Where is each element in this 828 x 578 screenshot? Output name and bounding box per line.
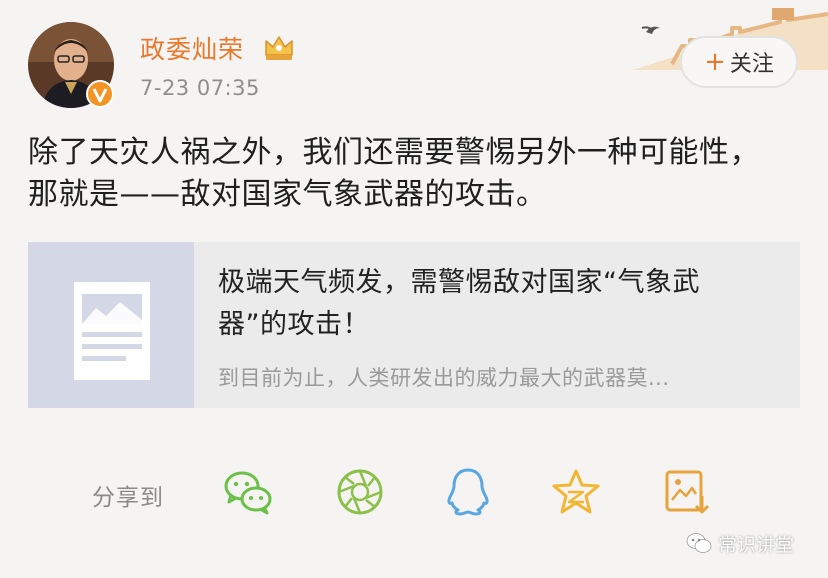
post-text-line: 除了天灾人祸之外，我们还需要警惕另外一种可能性， — [28, 135, 760, 170]
user-name[interactable]: 政委灿荣 — [140, 30, 244, 66]
link-card[interactable]: 极端天气频发，需警惕敌对国家“气象武 器”的攻击！ 到目前为止，人类研发出的威力… — [28, 242, 800, 408]
share-qzone-button[interactable] — [550, 466, 602, 518]
vip-crown-icon[interactable] — [262, 33, 296, 63]
post-text: 除了天灾人祸之外，我们还需要警惕另外一种可能性， 那就是——敌对国家气象武器的攻… — [28, 132, 808, 216]
share-label: 分享到 — [92, 485, 164, 511]
share-bar: 分享到 — [0, 462, 828, 522]
moments-icon — [337, 469, 383, 515]
watermark-text: 常识讲堂 — [718, 533, 795, 556]
post-time: 7-23 07:35 — [140, 76, 260, 100]
share-save-image-button[interactable] — [660, 466, 712, 518]
link-card-body: 极端天气频发，需警惕敌对国家“气象武 器”的攻击！ 到目前为止，人类研发出的威力… — [194, 242, 800, 408]
verified-badge-icon — [86, 80, 114, 108]
share-moments-button[interactable] — [334, 466, 386, 518]
link-card-summary: 到目前为止，人类研发出的威力最大的武器莫... — [218, 366, 670, 390]
plus-icon: + — [704, 47, 726, 77]
wechat-icon — [224, 471, 272, 515]
wechat-official-account-icon — [686, 533, 712, 553]
watermark: 常识讲堂 — [686, 526, 794, 560]
link-card-title: 极端天气频发，需警惕敌对国家“气象武 器”的攻击！ — [218, 262, 778, 346]
share-qq-button[interactable] — [442, 466, 494, 518]
post-text-line: 那就是——敌对国家气象武器的攻击。 — [28, 177, 547, 212]
article-thumbnail-icon — [28, 242, 194, 408]
link-card-title-line: 极端天气频发，需警惕敌对国家“气象武 — [218, 267, 700, 298]
qq-icon — [447, 468, 489, 516]
save-image-icon — [665, 470, 710, 514]
follow-label: 关注 — [729, 52, 774, 77]
link-card-title-line: 器”的攻击！ — [218, 309, 370, 340]
follow-button[interactable]: + 关注 — [680, 36, 798, 88]
qzone-icon — [552, 469, 600, 514]
share-wechat-button[interactable] — [222, 466, 274, 518]
post-header: 政委灿荣 7-23 07:35 + 关注 — [0, 0, 828, 120]
